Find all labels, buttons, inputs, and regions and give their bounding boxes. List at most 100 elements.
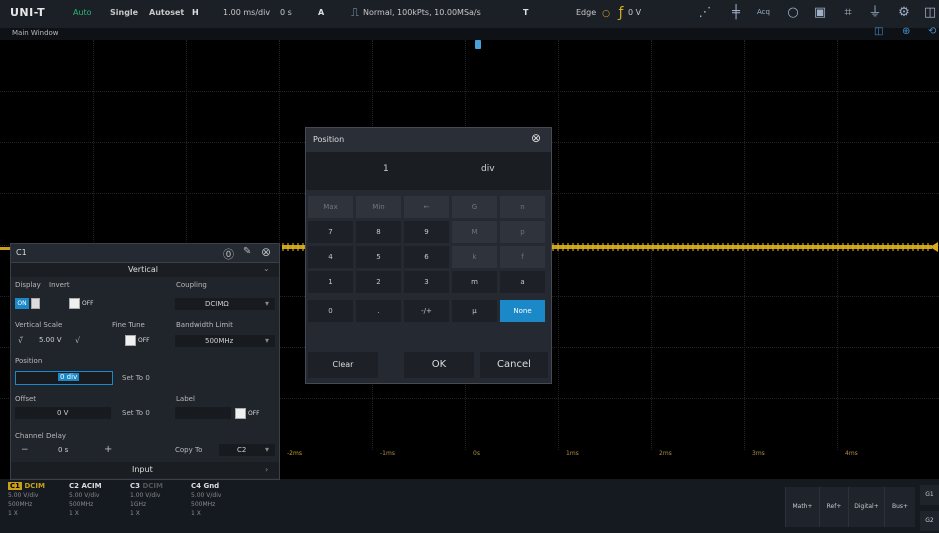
label-toggle[interactable]: OFF (233, 408, 260, 419)
key-kilo[interactable]: k (452, 246, 497, 268)
scale-fine-icon[interactable]: √ (75, 336, 80, 345)
key-6[interactable]: 6 (404, 246, 449, 268)
key-9[interactable]: 9 (404, 221, 449, 243)
acq-icon-label[interactable]: Acq (757, 8, 770, 16)
key-7[interactable]: 7 (308, 221, 353, 243)
key-micro[interactable]: μ (452, 300, 497, 322)
channel-4-status[interactable]: C4 Gnd 5.00 V/div 500MHz 1 X (191, 482, 252, 530)
single-button[interactable]: Single (110, 8, 138, 17)
measure-cursor-icon[interactable]: ⋰ (697, 5, 713, 21)
key-1[interactable]: 1 (308, 271, 353, 293)
channel-3-status[interactable]: C3 DCIM 1.00 V/div 1GHz 1 X (130, 482, 191, 530)
channel-name: C1 (8, 482, 23, 490)
toggle-knob (235, 408, 246, 419)
channel-coupling: ACIM (81, 482, 102, 490)
acquisition-info[interactable]: Normal, 100kPts, 10.00MSa/s (363, 8, 481, 17)
key-4[interactable]: 4 (308, 246, 353, 268)
key-8[interactable]: 8 (356, 221, 401, 243)
display-toggle[interactable]: ON (15, 298, 42, 309)
key-milli[interactable]: m (452, 271, 497, 293)
display-icon[interactable]: ⌗ (840, 5, 856, 21)
timebase-value[interactable]: 1.00 ms/div (223, 8, 270, 17)
channel-scale: 1.00 V/div (130, 492, 161, 499)
clear-button[interactable]: Clear (308, 352, 378, 378)
offset-input[interactable]: 0 V (15, 407, 111, 419)
horizontal-offset[interactable]: 0 s (280, 8, 292, 17)
coupling-select[interactable]: DCIMΩ ▾ (175, 298, 275, 310)
key-backspace[interactable]: ← (404, 196, 449, 218)
increase-button[interactable]: + (104, 444, 112, 455)
close-icon[interactable]: ⊗ (531, 131, 541, 145)
entry-display: 1 div (306, 152, 551, 190)
key-max[interactable]: Max (308, 196, 353, 218)
fine-tune-toggle[interactable]: OFF (123, 335, 150, 346)
split-view-icon[interactable]: ◫ (874, 26, 883, 37)
position-set-to-zero[interactable]: Set To 0 (122, 374, 150, 382)
trigger-level[interactable]: 0 V (628, 8, 641, 17)
offset-set-to-zero[interactable]: Set To 0 (122, 409, 150, 417)
search-icon[interactable]: ○ (785, 5, 801, 21)
position-input[interactable]: 0 div (15, 371, 113, 385)
trigger-position-marker[interactable] (475, 40, 481, 49)
key-sign[interactable]: -/+ (404, 300, 449, 322)
channel-probe: 1 X (191, 510, 201, 517)
key-0[interactable]: 0 (308, 300, 353, 322)
math-button[interactable]: Math+ (785, 487, 819, 527)
g1-button[interactable]: G1 (920, 485, 939, 505)
key-decimal[interactable]: . (356, 300, 401, 322)
key-femto[interactable]: f (500, 246, 545, 268)
key-2[interactable]: 2 (356, 271, 401, 293)
time-label: 2ms (659, 450, 672, 457)
run-state-button[interactable]: Auto (73, 8, 92, 17)
vertical-section-header[interactable]: Vertical ⌄ (11, 263, 279, 277)
cursor-icon[interactable]: ╪ (728, 5, 744, 21)
bandwidth-select[interactable]: 500MHz ▾ (175, 335, 275, 347)
zoom-icon[interactable]: ⊕ (902, 26, 910, 37)
key-pico[interactable]: p (500, 221, 545, 243)
ref-button[interactable]: Ref+ (819, 487, 848, 527)
invert-label: Invert (49, 281, 70, 289)
cancel-button[interactable]: Cancel (480, 352, 548, 378)
key-mega[interactable]: M (452, 221, 497, 243)
g2-button[interactable]: G2 (920, 511, 939, 531)
channel-coupling: DCIM (24, 482, 45, 490)
label-input[interactable] (175, 407, 231, 419)
trigger-type[interactable]: Edge (576, 8, 596, 17)
channel-1-status[interactable]: C1 DCIM 5.00 V/div 500MHz 1 X (8, 482, 69, 530)
layout-icon[interactable]: ◫ (922, 5, 938, 21)
help-icon[interactable]: ⓪ (223, 246, 234, 262)
channel-delay-value[interactable]: 0 s (58, 446, 68, 454)
key-none[interactable]: None (500, 300, 545, 322)
copy-to-select[interactable]: C2 ▾ (219, 444, 275, 456)
channel-bandwidth: 500MHz (69, 501, 94, 508)
close-icon[interactable]: ⊗ (261, 245, 271, 259)
vertical-scale-value[interactable]: 5.00 V (39, 336, 62, 344)
position-label: Position (15, 357, 43, 365)
channel-1-level-marker[interactable] (930, 242, 938, 252)
autoset-button[interactable]: Autoset (149, 8, 184, 17)
channel-2-status[interactable]: C2 ACIM 5.00 V/div 500MHz 1 X (69, 482, 130, 530)
invert-toggle[interactable]: OFF (67, 298, 94, 309)
bus-button[interactable]: Bus+ (884, 487, 915, 527)
channel-bandwidth: 500MHz (191, 501, 216, 508)
dropdown-arrow-icon: ▾ (265, 299, 270, 308)
rotate-icon[interactable]: ⟲ (928, 26, 936, 37)
pin-icon[interactable]: ✎ (243, 246, 251, 257)
digital-button[interactable]: Digital+ (848, 487, 884, 527)
scale-coarse-icon[interactable]: √̂ (18, 336, 23, 345)
save-icon[interactable]: ▣ (812, 5, 828, 21)
settings-icon[interactable]: ⚙ (896, 5, 912, 21)
key-5[interactable]: 5 (356, 246, 401, 268)
key-nano[interactable]: n (500, 196, 545, 218)
key-giga[interactable]: G (452, 196, 497, 218)
toggle-knob (125, 335, 136, 346)
utility-icon[interactable]: ⏚ (867, 5, 883, 21)
input-section-header[interactable]: Input › (11, 462, 279, 478)
key-3[interactable]: 3 (404, 271, 449, 293)
horizontal-label: H (192, 8, 199, 17)
key-min[interactable]: Min (356, 196, 401, 218)
key-atto[interactable]: a (500, 271, 545, 293)
ok-button[interactable]: OK (404, 352, 474, 378)
display-on-label: ON (15, 298, 29, 309)
decrease-button[interactable]: − (21, 445, 29, 455)
